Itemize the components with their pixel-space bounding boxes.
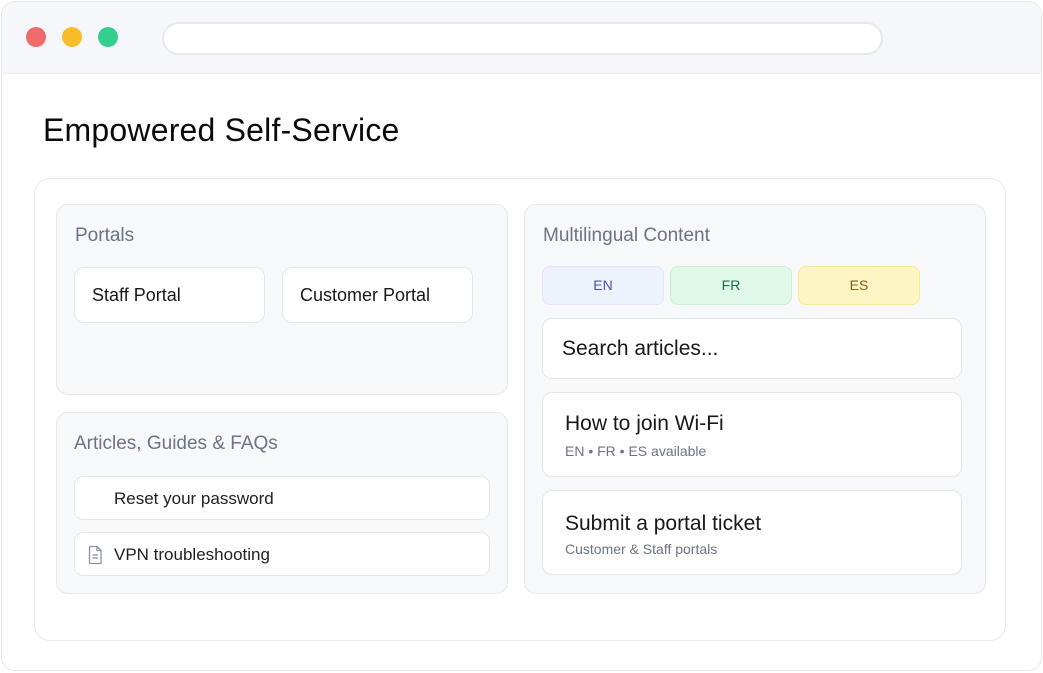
article-reset-password[interactable]: Reset your password (74, 476, 490, 520)
customer-portal-button[interactable]: Customer Portal (282, 267, 473, 323)
result-subtitle: EN • FR • ES available (565, 443, 707, 459)
article-label: VPN troubleshooting (114, 545, 270, 564)
articles-panel-title: Articles, Guides & FAQs (74, 433, 278, 454)
document-icon (86, 545, 104, 565)
language-chip-fr[interactable]: FR (670, 266, 792, 305)
portals-panel-title: Portals (75, 225, 135, 246)
title-bar (2, 2, 1041, 74)
address-bar[interactable] (162, 22, 883, 55)
result-card-portal-ticket[interactable]: Submit a portal ticket Customer & Staff … (542, 490, 962, 575)
multilingual-panel-title: Multilingual Content (543, 225, 710, 246)
article-label: Reset your password (114, 489, 274, 508)
result-title: How to join Wi-Fi (565, 412, 724, 435)
page-title: Empowered Self-Service (43, 112, 400, 148)
result-card-wifi[interactable]: How to join Wi-Fi EN • FR • ES available (542, 392, 962, 477)
language-chip-en[interactable]: EN (542, 266, 664, 305)
close-window-button[interactable] (26, 27, 46, 47)
minimize-window-button[interactable] (62, 27, 82, 47)
search-articles-input[interactable]: Search articles... (542, 318, 962, 379)
result-title: Submit a portal ticket (565, 512, 762, 535)
maximize-window-button[interactable] (98, 27, 118, 47)
staff-portal-label: Staff Portal (92, 285, 181, 305)
staff-portal-button[interactable]: Staff Portal (74, 267, 265, 323)
result-subtitle: Customer & Staff portals (565, 541, 718, 557)
article-vpn-troubleshooting[interactable]: VPN troubleshooting (74, 532, 490, 576)
customer-portal-label: Customer Portal (300, 285, 431, 305)
search-placeholder: Search articles... (562, 337, 719, 360)
language-chip-es[interactable]: ES (798, 266, 920, 305)
